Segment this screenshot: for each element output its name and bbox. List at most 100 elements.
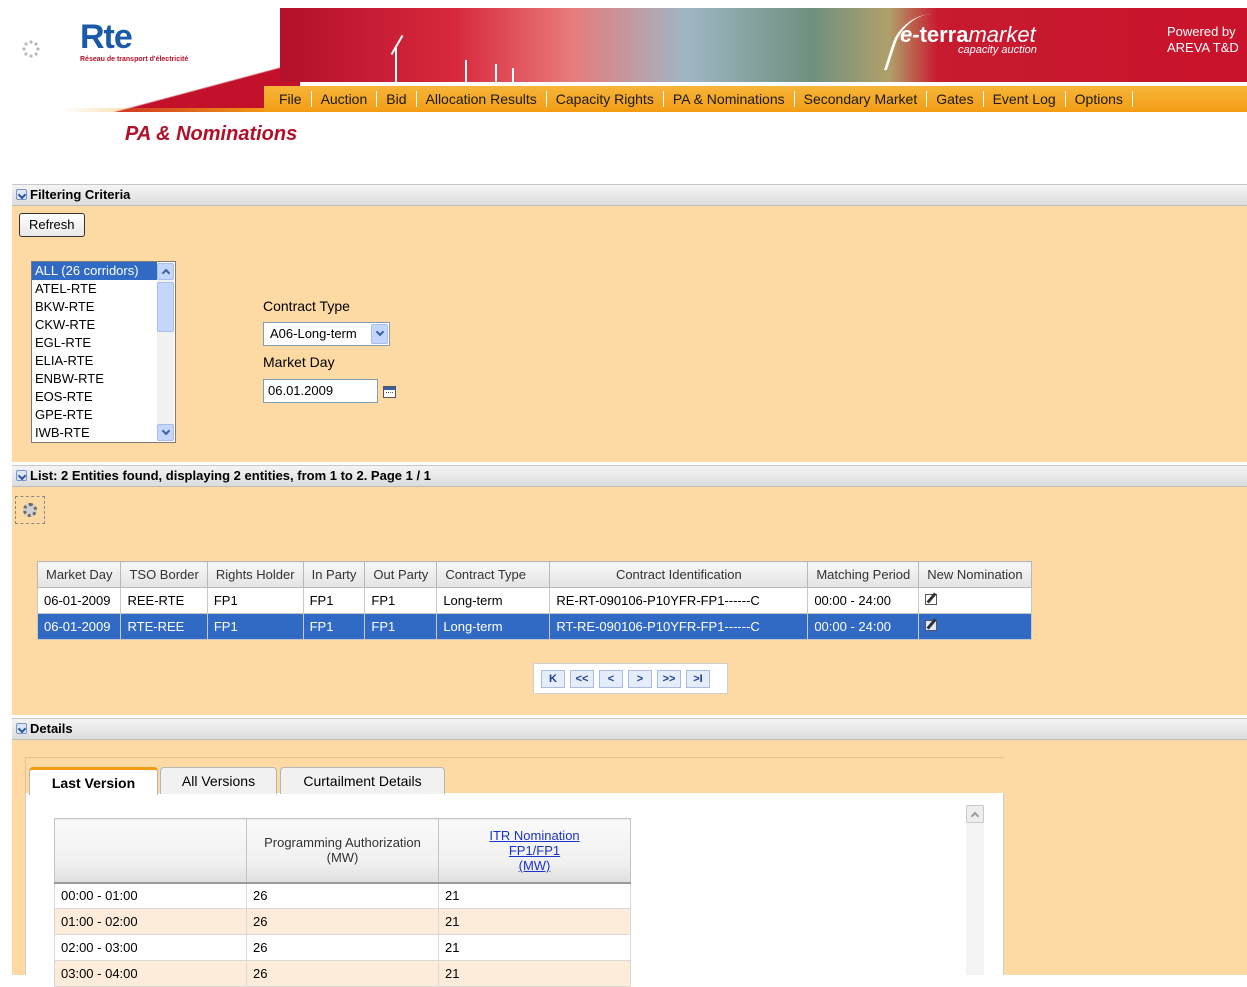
scroll-thumb[interactable] xyxy=(157,282,174,332)
table-cell: FP1 xyxy=(364,613,438,640)
column-header[interactable]: TSO Border xyxy=(120,561,208,588)
menu-item-capacity-rights[interactable]: Capacity Rights xyxy=(547,91,664,107)
table-row: 02:00 - 03:00 26 21 xyxy=(54,934,631,961)
table-cell: 00:00 - 01:00 xyxy=(54,882,247,909)
menu-item-secondary-market[interactable]: Secondary Market xyxy=(795,91,928,107)
collapse-chevron-icon[interactable] xyxy=(16,470,27,481)
edit-nomination-icon[interactable] xyxy=(925,620,938,631)
collapse-chevron-icon[interactable] xyxy=(16,189,27,200)
first-page-button[interactable]: K xyxy=(541,669,565,688)
menu-item-auction[interactable]: Auction xyxy=(312,91,378,107)
table-cell: FP1 xyxy=(302,587,366,614)
next-page-button[interactable]: > xyxy=(628,669,652,688)
scroll-up-icon[interactable] xyxy=(966,805,984,823)
menu-item-gates[interactable]: Gates xyxy=(927,91,984,107)
listbox-scrollbar[interactable] xyxy=(157,263,174,441)
corridor-option[interactable]: IWB-RTE xyxy=(32,424,157,442)
contract-type-select[interactable]: A06-Long-term xyxy=(263,322,390,346)
corridor-listbox[interactable]: ALL (26 corridors) ATEL-RTE BKW-RTE CKW-… xyxy=(31,261,176,443)
table-cell: 21 xyxy=(438,934,631,961)
table-cell xyxy=(918,587,1032,614)
column-header-itr-nomination[interactable]: ITR Nomination FP1/FP1 (MW) xyxy=(438,818,631,884)
table-cell: FP1 xyxy=(364,587,438,614)
refresh-button[interactable]: Refresh xyxy=(19,213,85,237)
column-header-period xyxy=(54,818,247,884)
column-header[interactable]: Market Day xyxy=(36,561,122,588)
menu-item-allocation-results[interactable]: Allocation Results xyxy=(417,91,547,107)
tab-all-versions[interactable]: All Versions xyxy=(160,767,277,794)
corridor-option[interactable]: ELIA-RTE xyxy=(32,352,157,370)
menu-item-bid[interactable]: Bid xyxy=(377,91,417,107)
corridor-option[interactable]: ATEL-RTE xyxy=(32,280,157,298)
corridor-option[interactable]: ALL (26 corridors) xyxy=(32,262,157,280)
loading-spinner-icon xyxy=(22,40,40,58)
table-row[interactable]: 06-01-2009 REE-RTE FP1 FP1 FP1 Long-term… xyxy=(36,587,1032,614)
nomination-details-table: Programming Authorization (MW) ITR Nomin… xyxy=(54,818,631,987)
table-cell: 01:00 - 02:00 xyxy=(54,908,247,935)
table-cell: FP1 xyxy=(206,613,304,640)
column-header[interactable]: Matching Period xyxy=(807,561,920,588)
rte-logo-word: Rte xyxy=(80,18,133,56)
settings-gear-icon[interactable] xyxy=(15,496,45,524)
filtering-criteria-header[interactable]: Filtering Criteria xyxy=(12,184,1247,206)
itr-nomination-link[interactable]: ITR Nomination xyxy=(489,828,579,843)
menu-item-pa-nominations[interactable]: PA & Nominations xyxy=(664,91,795,107)
nominations-table: Market Day TSO Border Rights Holder In P… xyxy=(36,561,1032,640)
column-header[interactable]: Rights Holder xyxy=(206,561,304,588)
last-page-button[interactable]: >I xyxy=(686,669,710,688)
table-cell: REE-RTE xyxy=(120,587,208,614)
collapse-chevron-icon[interactable] xyxy=(16,723,27,734)
corridor-option[interactable]: EGL-RTE xyxy=(32,334,157,352)
table-cell: 21 xyxy=(438,908,631,935)
tab-last-version[interactable]: Last Version xyxy=(29,767,158,795)
edit-nomination-icon[interactable] xyxy=(925,594,938,605)
menu-item-event-log[interactable]: Event Log xyxy=(984,91,1066,107)
table-cell: 00:00 - 24:00 xyxy=(807,587,920,614)
corridor-option[interactable]: EOS-RTE xyxy=(32,388,157,406)
page-title: PA & Nominations xyxy=(125,123,298,145)
pagination: K << < > >> >I xyxy=(533,663,728,694)
table-cell: 06-01-2009 xyxy=(36,613,122,640)
scroll-up-icon[interactable] xyxy=(157,263,174,280)
table-row: 01:00 - 02:00 26 21 xyxy=(54,908,631,935)
prev-page-button[interactable]: < xyxy=(599,669,623,688)
itr-nomination-link[interactable]: (MW) xyxy=(519,858,551,873)
table-cell: FP1 xyxy=(206,587,304,614)
corridor-option[interactable]: CKW-RTE xyxy=(32,316,157,334)
rte-logo[interactable]: Rte Réseau de transport d'électricité xyxy=(80,20,188,63)
column-header[interactable]: In Party xyxy=(302,561,366,588)
table-cell: RTE-REE xyxy=(120,613,208,640)
column-header[interactable]: Out Party xyxy=(364,561,438,588)
next-page-group-button[interactable]: >> xyxy=(657,669,681,688)
corridor-option[interactable]: ENBW-RTE xyxy=(32,370,157,388)
itr-nomination-link[interactable]: FP1/FP1 xyxy=(509,843,560,858)
table-cell xyxy=(918,613,1032,640)
table-cell: 26 xyxy=(246,882,439,909)
rte-logo-subtitle: Réseau de transport d'électricité xyxy=(80,56,189,63)
table-cell: Long-term xyxy=(436,587,551,614)
column-header-programming-authorization: Programming Authorization (MW) xyxy=(246,818,439,884)
chevron-down-icon[interactable] xyxy=(371,324,388,344)
market-day-input[interactable]: 06.01.2009 xyxy=(263,379,378,403)
calendar-icon[interactable] xyxy=(383,386,396,398)
corridor-option[interactable]: BKW-RTE xyxy=(32,298,157,316)
table-cell: 06-01-2009 xyxy=(36,587,122,614)
table-cell: Long-term xyxy=(436,613,551,640)
prev-page-group-button[interactable]: << xyxy=(570,669,594,688)
table-cell: FP1 xyxy=(302,613,366,640)
list-section-header[interactable]: List: 2 Entities found, displaying 2 ent… xyxy=(12,465,1247,487)
tab-curtailment-details[interactable]: Curtailment Details xyxy=(280,767,445,794)
column-header[interactable]: New Nomination xyxy=(918,561,1032,588)
details-section-header[interactable]: Details xyxy=(12,718,1247,740)
table-row[interactable]: 06-01-2009 RTE-REE FP1 FP1 FP1 Long-term… xyxy=(36,613,1032,640)
menu-item-options[interactable]: Options xyxy=(1066,91,1133,107)
column-header[interactable]: Contract Identification xyxy=(549,561,809,588)
details-scrollbar[interactable] xyxy=(966,805,984,975)
table-row: 03:00 - 04:00 26 21 xyxy=(54,960,631,987)
table-cell: 03:00 - 04:00 xyxy=(54,960,247,987)
scroll-down-icon[interactable] xyxy=(157,424,174,441)
eterramarket-logo: e-terramarket capacity auction xyxy=(900,22,1037,56)
menu-item-file[interactable]: File xyxy=(270,91,312,107)
column-header[interactable]: Contract Type xyxy=(436,561,551,588)
corridor-option[interactable]: GPE-RTE xyxy=(32,406,157,424)
